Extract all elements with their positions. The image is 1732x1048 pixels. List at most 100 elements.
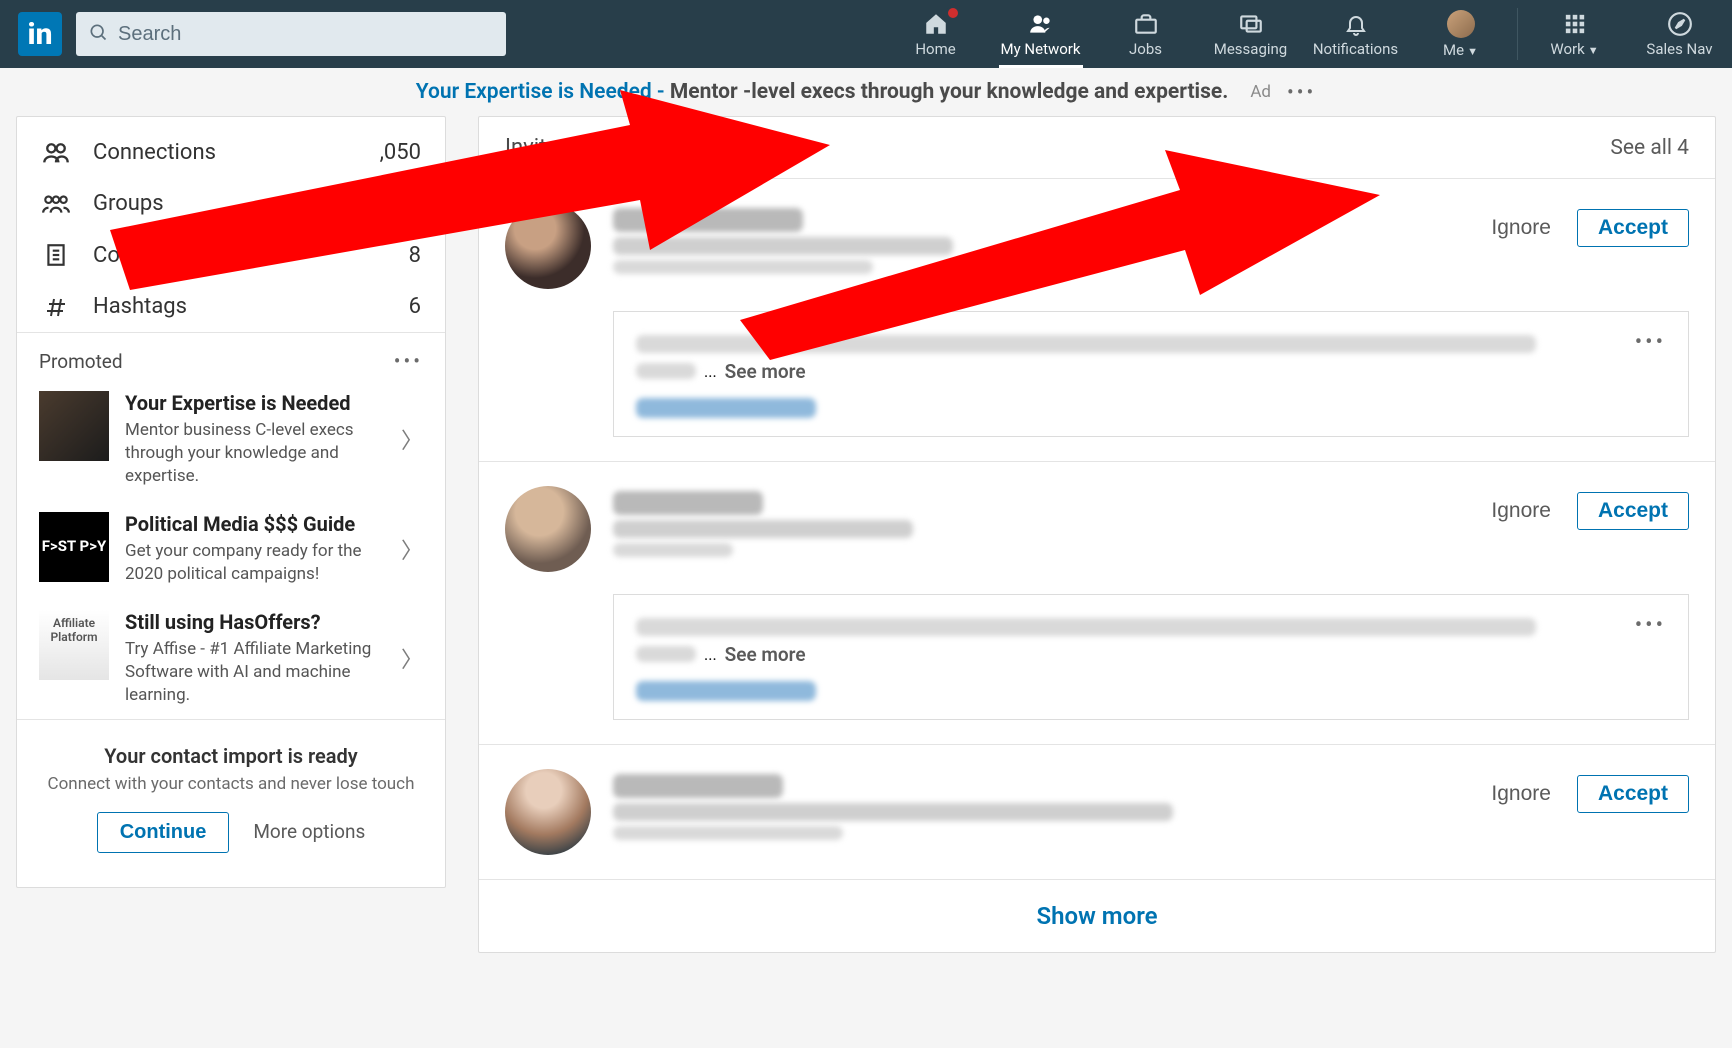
blurred-name (613, 774, 783, 798)
ad-link[interactable]: Your Expertise is Needed - (416, 80, 670, 104)
blurred-message-line (636, 646, 696, 662)
nav-my-network[interactable]: My Network (988, 0, 1093, 68)
blurred-name (613, 491, 763, 515)
sidebar-item-companies[interactable]: Companies 8 (17, 229, 445, 281)
import-title: Your contact import is ready (39, 744, 423, 768)
blurred-headline (613, 520, 913, 538)
sidebar-label: Companies (93, 243, 204, 268)
nav-items: Home My Network Jobs Messaging Notificat… (883, 0, 1732, 68)
bell-icon (1344, 11, 1368, 37)
promo-desc: Get your company ready for the 2020 poli… (125, 540, 385, 586)
invitee-avatar[interactable] (505, 769, 591, 855)
accept-button[interactable]: Accept (1577, 209, 1689, 247)
nav-home[interactable]: Home (883, 0, 988, 68)
promoted-label: Promoted (39, 350, 123, 373)
linkedin-logo[interactable]: in (18, 12, 62, 56)
blurred-mutual (613, 260, 873, 274)
profile-avatar-icon (1447, 10, 1475, 38)
blurred-reply-link[interactable] (636, 681, 816, 701)
compass-icon (1667, 11, 1693, 37)
nav-my-network-label: My Network (1001, 40, 1081, 58)
blurred-name (613, 208, 803, 232)
sidebar-item-groups[interactable]: Groups 6 (17, 178, 445, 229)
nav-work[interactable]: Work▼ (1522, 0, 1627, 68)
invitee-avatar[interactable] (505, 486, 591, 572)
invitations-card: Invitations See all 4 Ignore Accept (478, 116, 1716, 953)
chevron-right-icon: 〉 (401, 642, 423, 674)
see-more-link[interactable]: See more (725, 360, 806, 383)
accept-button[interactable]: Accept (1577, 492, 1689, 530)
promo-title: Still using HasOffers? (125, 610, 385, 634)
invitee-info[interactable] (613, 486, 1469, 562)
show-more-button[interactable]: Show more (479, 879, 1715, 952)
ignore-button[interactable]: Ignore (1491, 216, 1551, 240)
ignore-button[interactable]: Ignore (1491, 782, 1551, 806)
nav-sales-nav[interactable]: Sales Nav (1627, 0, 1732, 68)
more-options-link[interactable]: More options (253, 820, 365, 843)
contact-import-card: Your contact import is ready Connect wit… (17, 719, 445, 877)
hashtag-icon (41, 295, 71, 319)
invitations-heading: Invitations (505, 135, 607, 160)
sidebar-label: Hashtags (93, 294, 187, 319)
promo-title: Political Media $$$ Guide (125, 512, 385, 536)
company-icon (41, 242, 71, 268)
sidebar-count: 6 (409, 294, 421, 319)
nav-me[interactable]: Me▼ (1408, 0, 1513, 68)
invitation-item: Ignore Accept (479, 744, 1715, 879)
nav-notifications[interactable]: Notifications (1303, 0, 1408, 68)
nav-separator (1517, 8, 1518, 60)
blurred-message-line (636, 335, 1536, 353)
nav-me-label: Me▼ (1443, 41, 1478, 59)
promo-desc: Mentor business C-level execs through yo… (125, 419, 385, 488)
nav-home-label: Home (915, 40, 955, 58)
blurred-message-line (636, 618, 1536, 636)
blurred-reply-link[interactable] (636, 398, 816, 418)
nav-work-label: Work▼ (1550, 40, 1598, 58)
ignore-button[interactable]: Ignore (1491, 499, 1551, 523)
message-menu-icon[interactable]: ••• (1635, 613, 1666, 638)
invitation-message: ... See more ••• (613, 594, 1689, 720)
promo-thumb (39, 391, 109, 461)
sidebar-item-connections[interactable]: Connections ,050 (17, 127, 445, 178)
chevron-right-icon: 〉 (401, 423, 423, 455)
invitee-info[interactable] (613, 203, 1469, 279)
see-all-link[interactable]: See all 4 (1610, 136, 1689, 160)
nav-messaging-label: Messaging (1214, 40, 1287, 58)
promo-item[interactable]: F>ST P>Y Political Media $$$ Guide Get y… (17, 500, 445, 598)
ad-rest: -level execs through your knowledge and … (743, 80, 1228, 104)
blurred-message-line (636, 363, 696, 379)
ad-tag: Ad (1250, 82, 1271, 102)
invitation-item: Ignore Accept ... See more ••• (479, 178, 1715, 461)
promo-item[interactable]: Affiliate Platform Still using HasOffers… (17, 598, 445, 719)
manage-network-card: Connections ,050 Groups 6 Companies 8 Ha… (16, 116, 446, 888)
promoted-menu-icon[interactable]: ••• (394, 349, 423, 373)
search-box[interactable] (76, 12, 506, 56)
notification-dot-icon (946, 6, 960, 20)
promo-thumb: F>ST P>Y (39, 512, 109, 582)
blurred-mutual (613, 543, 733, 557)
ad-banner[interactable]: Your Expertise is Needed - Mentor -level… (0, 68, 1732, 116)
accept-button[interactable]: Accept (1577, 775, 1689, 813)
blurred-mutual (613, 826, 843, 840)
promo-desc: Try Affise - #1 Affiliate Marketing Soft… (125, 638, 385, 707)
invitee-avatar[interactable] (505, 203, 591, 289)
see-more-link[interactable]: See more (725, 643, 806, 666)
invitee-info[interactable] (613, 769, 1469, 845)
messaging-icon (1238, 11, 1264, 37)
search-input[interactable] (118, 23, 494, 46)
nav-jobs[interactable]: Jobs (1093, 0, 1198, 68)
import-sub: Connect with your contacts and never los… (39, 774, 423, 794)
nav-sales-nav-label: Sales Nav (1646, 40, 1712, 58)
continue-button[interactable]: Continue (97, 812, 230, 853)
promo-item[interactable]: Your Expertise is Needed Mentor business… (17, 379, 445, 500)
message-menu-icon[interactable]: ••• (1635, 330, 1666, 355)
blurred-headline (613, 237, 953, 255)
global-nav: in Home My Network Jobs (0, 0, 1732, 68)
sidebar-item-hashtags[interactable]: Hashtags 6 (17, 281, 445, 332)
nav-messaging[interactable]: Messaging (1198, 0, 1303, 68)
ad-menu-icon[interactable]: ••• (1287, 80, 1316, 104)
chevron-right-icon: 〉 (401, 533, 423, 565)
chevron-down-icon: ▼ (1588, 44, 1599, 57)
briefcase-icon (1133, 11, 1159, 37)
ad-bold: Mentor (670, 80, 738, 104)
